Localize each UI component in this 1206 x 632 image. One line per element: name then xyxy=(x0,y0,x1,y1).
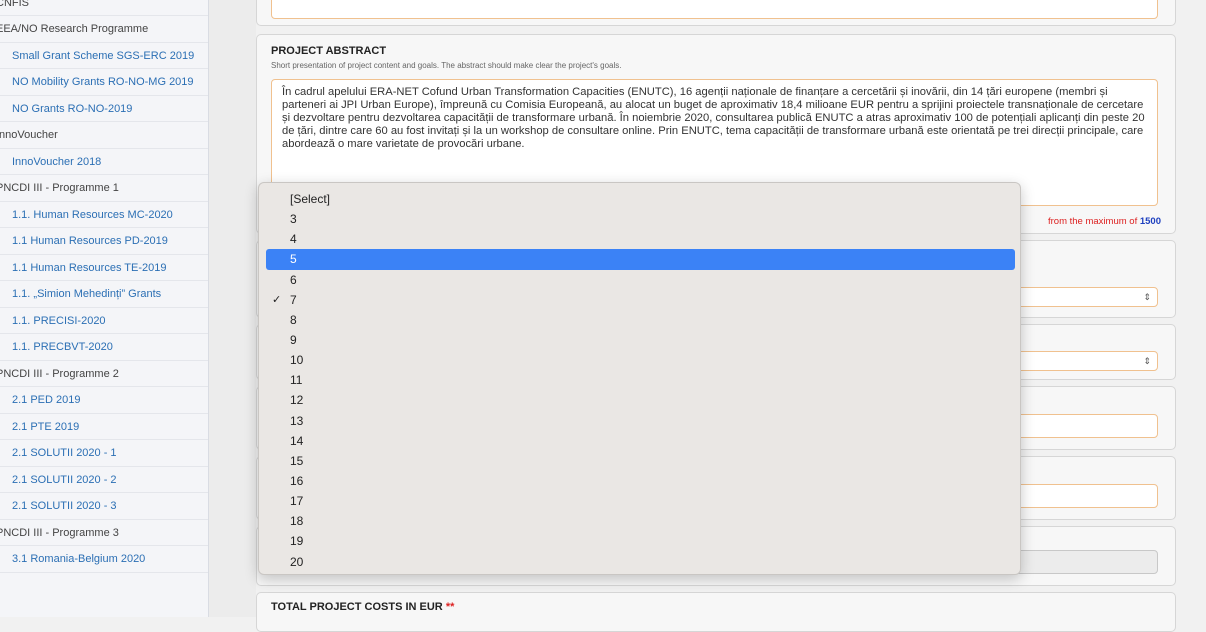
dropdown-option-label: 8 xyxy=(290,312,297,327)
sidebar-item-label: EEA/NO Research Programme xyxy=(0,23,149,35)
sidebar-item-label: 2.1 PED 2019 xyxy=(12,394,81,406)
sidebar-item-label: PNCDI III - Programme 2 xyxy=(0,367,119,380)
sidebar-item[interactable]: Small Grant Scheme SGS-ERC 2019 xyxy=(0,43,208,69)
sidebar-item[interactable]: 1.1. „Simion Mehedinți” Grants xyxy=(0,281,208,308)
dropdown-option-label: 10 xyxy=(290,353,304,368)
dropdown-option[interactable]: 5 xyxy=(266,249,1015,270)
sidebar-item[interactable]: 2.1 SOLUTII 2020 - 2 xyxy=(0,467,208,493)
dropdown-option-label: 16 xyxy=(290,473,304,488)
sidebar-item-label: PNCDI III - Programme 1 xyxy=(0,182,119,194)
dropdown-option[interactable]: 13 xyxy=(266,411,1015,431)
dropdown-option-label: 18 xyxy=(290,514,304,529)
dropdown-option-label: 11 xyxy=(290,373,303,388)
sidebar-item[interactable]: PNCDI III - Programme 1 xyxy=(0,175,208,202)
dropdown-option[interactable]: 16 xyxy=(266,471,1015,491)
sidebar-item-label: 1.1 Human Resources TE-2019 xyxy=(12,261,167,274)
dropdown-option-label: 13 xyxy=(290,413,304,428)
char-limit-info: from the maximum of 1500 xyxy=(1048,216,1161,227)
dropdown-option-label: [Select] xyxy=(290,192,331,206)
sidebar-item[interactable]: 2.1 SOLUTII 2020 - 1 xyxy=(0,440,208,467)
dropdown-option[interactable]: 8 xyxy=(266,310,1015,330)
char-limit-max: 1500 xyxy=(1139,216,1161,227)
dropdown-option[interactable]: 11 xyxy=(266,370,1015,390)
dropdown-option[interactable]: 19 xyxy=(266,531,1015,551)
sidebar-gutter xyxy=(209,0,256,617)
sidebar-item-label: 2.1 PTE 2019 xyxy=(12,420,80,433)
dropdown-option[interactable]: 9 xyxy=(266,330,1015,350)
dropdown-option-label: 3 xyxy=(290,212,297,227)
sidebar-item-label: 2.1 SOLUTII 2020 - 3 xyxy=(12,500,117,512)
dropdown-option[interactable]: 12 xyxy=(266,390,1015,410)
sidebar-item-label: 1.1 Human Resources PD-2019 xyxy=(12,235,168,247)
dropdown-option[interactable]: 4 xyxy=(266,229,1015,249)
select-arrows-icon: ⇕ xyxy=(1143,292,1151,302)
sidebar-item-label: InnoVoucher xyxy=(0,129,58,141)
sidebar-item-label: 3.1 Romania-Belgium 2020 xyxy=(12,553,146,565)
sidebar-item[interactable]: 1.1 Human Resources TE-2019 xyxy=(0,255,208,281)
dropdown-option[interactable]: 6 xyxy=(266,270,1015,290)
sidebar-item-label: PNCDI III - Programme 3 xyxy=(0,526,119,539)
previous-field-panel xyxy=(256,0,1176,26)
sidebar-item[interactable]: NO Mobility Grants RO-NO-MG 2019 xyxy=(0,69,208,96)
dropdown-option-label: 14 xyxy=(290,433,304,448)
dropdown-option[interactable]: ✓ 7 xyxy=(266,290,1015,310)
char-limit-prefix: from the maximum of xyxy=(1048,216,1140,227)
sidebar-item[interactable]: EEA/NO Research Programme xyxy=(0,16,208,43)
sidebar-item-label: NO Grants RO-NO-2019 xyxy=(12,102,133,115)
sidebar-item[interactable]: 1.1 Human Resources PD-2019 xyxy=(0,228,208,255)
dropdown-option[interactable]: 17 xyxy=(266,491,1015,511)
sidebar-item-label: 1.1. Human Resources MC-2020 xyxy=(12,208,173,221)
dropdown-option[interactable]: 20 xyxy=(266,552,1015,572)
checkmark-icon: ✓ xyxy=(272,293,282,306)
sidebar-item[interactable]: PNCDI III - Programme 3 xyxy=(0,520,208,546)
dropdown-option-label: 9 xyxy=(290,332,297,347)
sidebar-item[interactable]: PNCDI III - Programme 2 xyxy=(0,361,208,387)
dropdown-option-label: 15 xyxy=(290,453,304,468)
dropdown-option[interactable]: 15 xyxy=(266,451,1015,471)
dropdown-option[interactable]: 18 xyxy=(266,511,1015,531)
sidebar-item-label: 1.1. PRECBVT-2020 xyxy=(12,341,113,353)
sidebar-item-label: InnoVoucher 2018 xyxy=(12,155,102,168)
abstract-heading: PROJECT ABSTRACT xyxy=(271,45,387,57)
sidebar-item[interactable]: 2.1 SOLUTII 2020 - 3 xyxy=(0,493,208,520)
total-costs-heading: TOTAL PROJECT COSTS IN EUR ** xyxy=(271,601,454,613)
sidebar-item-label: 2.1 SOLUTII 2020 - 2 xyxy=(12,473,117,486)
sidebar-item[interactable]: 2.1 PTE 2019 xyxy=(0,414,208,440)
dropdown-option-label: 7 xyxy=(290,292,297,307)
dropdown-option-label: 5 xyxy=(290,252,297,267)
sidebar-nav: CNFIS EEA/NO Research Programme Small Gran… xyxy=(0,0,209,617)
sidebar-item-label: 1.1. PRECISI-2020 xyxy=(12,314,106,327)
dropdown-option-label: 6 xyxy=(290,272,297,287)
dropdown-option[interactable]: 10 xyxy=(266,350,1015,370)
sidebar-item[interactable]: NO Grants RO-NO-2019 xyxy=(0,96,208,122)
dropdown-option[interactable]: 14 xyxy=(266,431,1015,451)
dropdown-option-label: 20 xyxy=(290,554,304,569)
dropdown-option-label: 4 xyxy=(290,232,297,247)
sidebar-item[interactable]: 1.1. PRECISI-2020 xyxy=(0,308,208,334)
sidebar-item[interactable]: InnoVoucher 2018 xyxy=(0,149,208,175)
dropdown-option-label: 19 xyxy=(290,534,304,549)
sidebar-item-label: Small Grant Scheme SGS-ERC 2019 xyxy=(12,49,195,62)
sidebar-item-label: CNFIS xyxy=(0,0,29,9)
total-costs-panel: TOTAL PROJECT COSTS IN EUR ** xyxy=(256,592,1176,632)
previous-field-input[interactable] xyxy=(271,0,1158,19)
sidebar-item-label: NO Mobility Grants RO-NO-MG 2019 xyxy=(12,76,194,88)
abstract-description: Short presentation of project content an… xyxy=(271,61,622,70)
total-costs-label: TOTAL PROJECT COSTS IN EUR xyxy=(271,601,443,613)
dropdown-option-label: 12 xyxy=(290,393,304,408)
select-arrows-icon: ⇕ xyxy=(1143,356,1151,366)
sidebar-item-label: 2.1 SOLUTII 2020 - 1 xyxy=(12,447,117,459)
select-dropdown-menu: [Select] 3 4 5 6 ✓ 7 8 9 10 11 12 13 14 15 16 17 18 19 20 xyxy=(258,182,1021,575)
dropdown-option-label: 17 xyxy=(290,494,304,509)
dropdown-option[interactable]: [Select] xyxy=(266,189,1015,209)
sidebar-item[interactable]: 1.1. PRECBVT-2020 xyxy=(0,334,208,361)
dropdown-option[interactable]: 3 xyxy=(266,209,1015,229)
sidebar-item[interactable]: 2.1 PED 2019 xyxy=(0,387,208,414)
sidebar-item[interactable]: 1.1. Human Resources MC-2020 xyxy=(0,202,208,228)
sidebar-item-label: 1.1. „Simion Mehedinți” Grants xyxy=(12,288,162,300)
sidebar-item[interactable]: 3.1 Romania-Belgium 2020 xyxy=(0,546,208,573)
required-mark: ** xyxy=(445,601,455,613)
sidebar-item[interactable]: CNFIS xyxy=(0,0,208,16)
sidebar-item[interactable]: InnoVoucher xyxy=(0,122,208,149)
